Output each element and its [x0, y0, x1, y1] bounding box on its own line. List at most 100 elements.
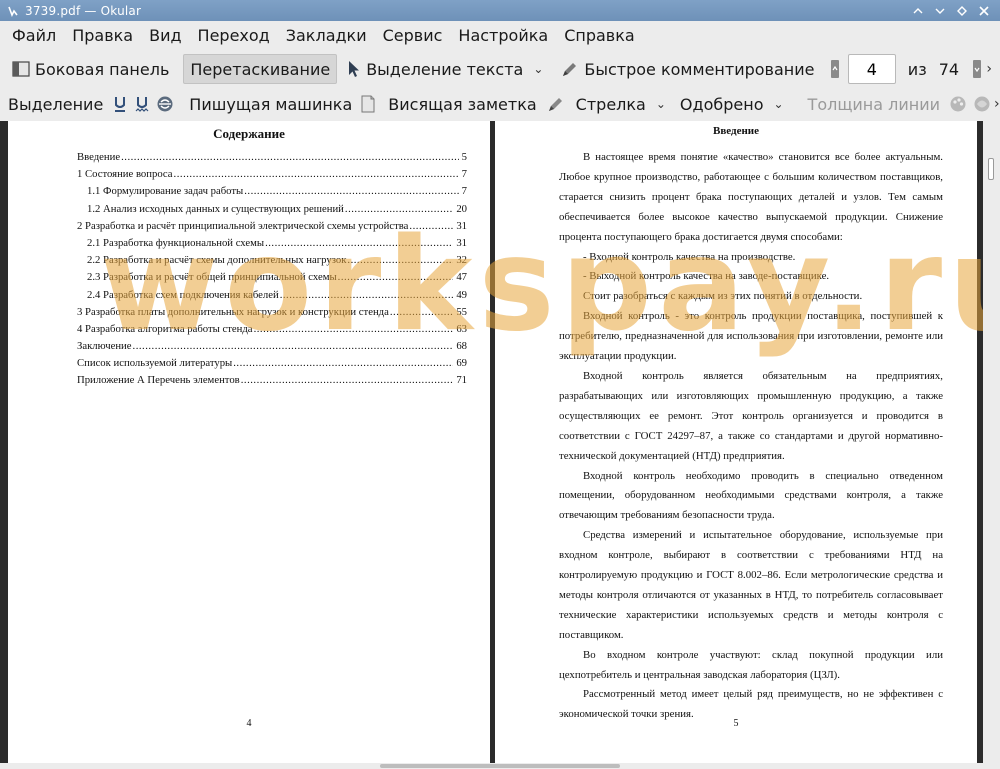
- toc-entry-label: 2 Разработка и расчёт принципиальной эле…: [77, 219, 409, 232]
- line-width-button[interactable]: Толщина линии: [802, 89, 947, 119]
- toc-leader-dots: [121, 149, 459, 166]
- window-title: 3739.pdf — Okular: [25, 3, 142, 18]
- menu-settings[interactable]: Настройка: [450, 21, 556, 51]
- browse-tool-button[interactable]: Перетаскивание: [183, 54, 338, 84]
- toc-entry-page: 55: [456, 305, 467, 318]
- document-viewer[interactable]: Содержание Введение 5 1 Состояние вопроса 7…: [0, 121, 1000, 763]
- menu-bar: Файл Правка Вид Переход Закладки Сервис …: [0, 21, 1000, 51]
- pen-tool-icon[interactable]: [547, 93, 565, 115]
- pdf-page-4[interactable]: Содержание Введение 5 1 Состояние вопроса 7…: [8, 121, 490, 763]
- toc-leader-dots: [244, 183, 458, 200]
- toc-entry[interactable]: 3 Разработка платы дополнительных нагруз…: [77, 304, 467, 321]
- section-body: В настоящее время понятие «качество» ста…: [559, 148, 943, 725]
- chevron-down-icon[interactable]: ⌄: [656, 97, 666, 111]
- paragraph: Стоит разобраться с каждым из этих понят…: [583, 290, 863, 303]
- menu-bookmarks[interactable]: Закладки: [278, 21, 375, 51]
- toc-leader-dots: [265, 235, 453, 252]
- toc-entry-label: 4 Разработка алгоритма работы стенда: [77, 322, 253, 335]
- text-select-button[interactable]: Выделение текста ⌄: [341, 54, 549, 84]
- note-icon[interactable]: [361, 93, 375, 115]
- paragraph: В настоящее время понятие «качество» ста…: [559, 151, 943, 243]
- sticky-note-button[interactable]: Висящая заметка: [382, 89, 542, 119]
- paragraph: - Выходной контроль качества на заводе-п…: [583, 270, 830, 283]
- toolbar-overflow-icon[interactable]: ›: [994, 96, 1000, 112]
- toc-entry[interactable]: Введение 5: [77, 149, 467, 166]
- page-of-label: из: [907, 59, 927, 79]
- page-number: 5: [733, 718, 739, 729]
- stamp-button[interactable]: Одобрено ⌄: [674, 89, 790, 119]
- toc-entry[interactable]: 4 Разработка алгоритма работы стенда 63: [77, 321, 467, 338]
- vertical-scrollbar[interactable]: [983, 121, 1000, 763]
- toc-entry[interactable]: 2.3 Разработка и расчёт общей принципиал…: [77, 269, 467, 286]
- toc-entry[interactable]: 2.4 Разработка схем подключения кабелей 4…: [77, 287, 467, 304]
- strikeout-icon[interactable]: [156, 93, 174, 115]
- toc-entry[interactable]: Заключение 68: [77, 338, 467, 355]
- toc-entry-page: 32: [456, 254, 467, 267]
- toc-entry-page: 47: [456, 271, 467, 284]
- toc-entry-page: 7: [461, 168, 467, 181]
- stamp-label: Одобрено: [679, 94, 764, 114]
- toc-entry-page: 31: [456, 236, 467, 249]
- opacity-icon[interactable]: [973, 93, 991, 115]
- sidebar-icon: [12, 61, 30, 77]
- toc-leader-dots: [347, 252, 453, 269]
- main-toolbar: Боковая панель Перетаскивание Выделение …: [0, 51, 1000, 87]
- toc-entry[interactable]: 1 Состояние вопроса 7: [77, 166, 467, 183]
- toc-entry-label: 2.3 Разработка и расчёт общей принципиал…: [87, 271, 337, 284]
- toc-entry-label: Заключение: [77, 340, 132, 353]
- paragraph: Входной контроль - это контроль продукци…: [559, 310, 943, 363]
- typewriter-button[interactable]: Пишущая машинка: [183, 89, 358, 119]
- toc-entry[interactable]: Приложение А Перечень элементов 71: [77, 372, 467, 389]
- toc-entry-label: 2.2 Разработка и расчёт схемы дополнител…: [87, 254, 347, 267]
- highlight-button[interactable]: Выделение: [6, 89, 109, 119]
- minimize-icon[interactable]: [930, 1, 950, 21]
- keep-above-icon[interactable]: [908, 1, 928, 21]
- paragraph: Входной контроль необходимо проводить в …: [559, 469, 943, 522]
- pdf-page-5[interactable]: Введение В настоящее время понятие «каче…: [495, 121, 977, 763]
- chevron-down-icon[interactable]: ⌄: [773, 97, 783, 111]
- sidebar-button[interactable]: Боковая панель: [6, 54, 175, 84]
- pen-icon: [563, 63, 577, 76]
- toc-entry[interactable]: Список используемой литературы 69: [77, 355, 467, 372]
- menu-view[interactable]: Вид: [141, 21, 189, 51]
- table-of-contents: Введение51 Состояние вопроса71.1 Формули…: [77, 149, 467, 390]
- scrollbar-thumb[interactable]: [380, 764, 620, 768]
- chevron-down-icon[interactable]: ⌄: [533, 62, 543, 76]
- toc-leader-dots: [390, 304, 453, 321]
- toc-entry[interactable]: 1.1 Формулирование задач работы 7: [77, 183, 467, 200]
- page-number-input[interactable]: [847, 54, 896, 84]
- menu-help[interactable]: Справка: [556, 21, 643, 51]
- toc-entry-page: 68: [456, 340, 467, 353]
- maximize-icon[interactable]: [952, 1, 972, 21]
- menu-file[interactable]: Файл: [4, 21, 64, 51]
- menu-edit[interactable]: Правка: [64, 21, 141, 51]
- scrollbar-thumb[interactable]: [988, 158, 994, 180]
- toc-leader-dots: [233, 355, 453, 372]
- toc-leader-dots: [133, 338, 454, 355]
- close-icon[interactable]: [974, 1, 994, 21]
- toc-entry-page: 5: [461, 151, 467, 163]
- quick-comment-button[interactable]: Быстрое комментирование: [555, 54, 820, 84]
- menu-go[interactable]: Переход: [190, 21, 278, 51]
- toc-leader-dots: [174, 166, 459, 183]
- horizontal-scrollbar[interactable]: [0, 763, 1000, 769]
- previous-page-icon[interactable]: [828, 58, 840, 80]
- toc-leader-dots: [409, 218, 453, 235]
- paragraph: Во входном контроле участвуют: склад пок…: [559, 648, 943, 681]
- toc-entry[interactable]: 2 Разработка и расчёт принципиальной эле…: [77, 218, 467, 235]
- arrow-tool-button[interactable]: Стрелка ⌄: [570, 89, 672, 119]
- toc-entry-label: 2.4 Разработка схем подключения кабелей: [87, 288, 279, 301]
- squiggly-underline-icon[interactable]: [134, 93, 150, 115]
- toc-entry[interactable]: 2.1 Разработка функциональной схемы 31: [77, 235, 467, 252]
- underline-icon[interactable]: [112, 93, 128, 115]
- toc-entry-label: 1.1 Формулирование задач работы: [87, 185, 244, 198]
- toc-entry[interactable]: 2.2 Разработка и расчёт схемы дополнител…: [77, 252, 467, 269]
- quick-comment-label: Быстрое комментирование: [584, 59, 815, 79]
- toc-entry-page: 69: [456, 357, 467, 370]
- color-palette-icon[interactable]: [949, 93, 967, 115]
- toc-leader-dots: [280, 287, 454, 304]
- toolbar-overflow-icon[interactable]: ›: [986, 61, 992, 77]
- next-page-icon[interactable]: [971, 58, 983, 80]
- toc-entry[interactable]: 1.2 Анализ исходных данных и существующи…: [77, 201, 467, 218]
- menu-tools[interactable]: Сервис: [375, 21, 451, 51]
